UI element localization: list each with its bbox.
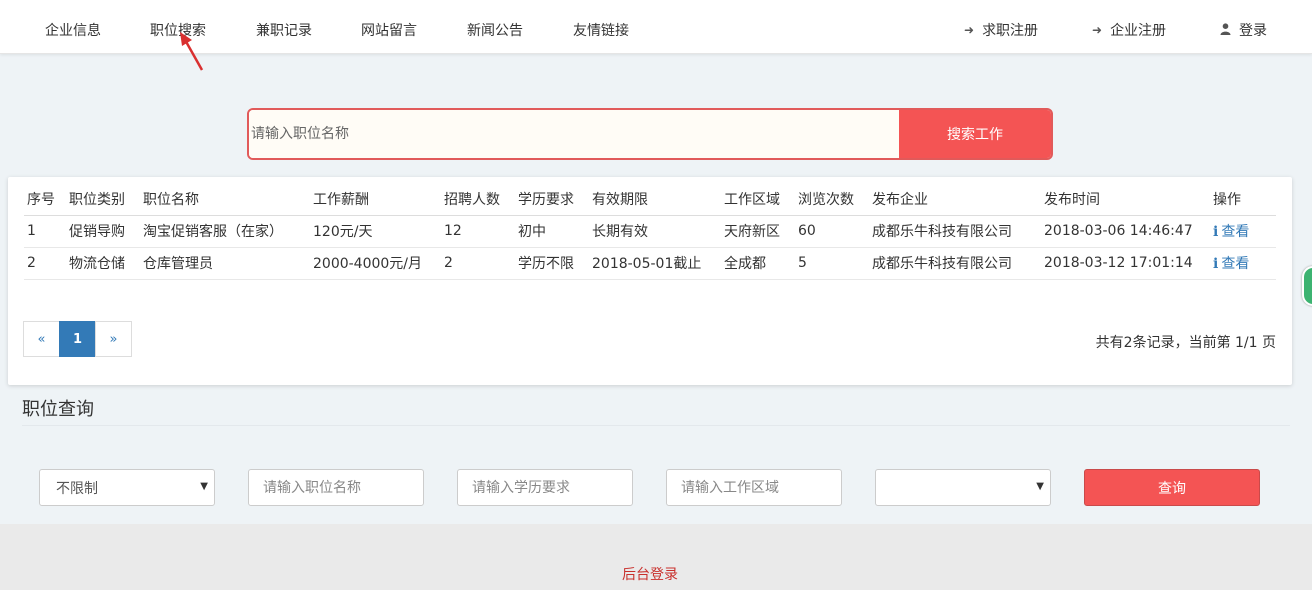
col-job-name: 职位名称 [140, 183, 310, 216]
nav-job-register-label: 求职注册 [982, 23, 1039, 39]
table-row: 2 物流仓储 仓库管理员 2000-4000元/月 2 学历不限 2018-05… [24, 247, 1276, 280]
nav-news[interactable]: 新闻公告 [467, 20, 523, 40]
col-category: 职位类别 [66, 183, 140, 216]
cell: 2018-03-12 17:01:14 [1041, 247, 1210, 280]
cell: 初中 [515, 215, 589, 248]
cell: 全成都 [721, 247, 795, 280]
nav-job-search[interactable]: 职位搜索 [150, 20, 206, 40]
view-link[interactable]: i 查看 [1210, 215, 1276, 248]
query-section-title: 职位查询 [22, 399, 94, 420]
user-icon [1220, 22, 1231, 38]
nav-company-register-label: 企业注册 [1110, 23, 1167, 39]
col-salary: 工作薪酬 [310, 183, 441, 216]
view-link[interactable]: i 查看 [1210, 247, 1276, 280]
view-link-label[interactable]: 查看 [1221, 224, 1249, 240]
cell: 促销导购 [66, 215, 140, 248]
col-company: 发布企业 [869, 183, 1041, 216]
job-results-table: 序号 职位类别 职位名称 工作薪酬 招聘人数 学历要求 有效期限 工作区域 浏览… [24, 183, 1276, 280]
nav-guestbook[interactable]: 网站留言 [361, 20, 417, 40]
nav-links[interactable]: 友情链接 [573, 20, 629, 40]
col-index: 序号 [24, 183, 66, 216]
results-panel: 序号 职位类别 职位名称 工作薪酬 招聘人数 学历要求 有效期限 工作区域 浏览… [8, 177, 1292, 385]
sign-in-icon: ➜ [1092, 23, 1103, 37]
cell: 2 [24, 247, 66, 280]
col-validity: 有效期限 [589, 183, 721, 216]
nav-parttime-records[interactable]: 兼职记录 [256, 20, 312, 40]
col-publish-time: 发布时间 [1041, 183, 1210, 216]
cell: 60 [795, 215, 869, 248]
job-category-select[interactable]: 不限制 ▼ [39, 469, 215, 506]
view-link-label[interactable]: 查看 [1221, 256, 1249, 272]
prev-page-button[interactable]: « [23, 321, 60, 357]
side-float-widget[interactable] [1302, 266, 1312, 306]
search-job-button[interactable]: 搜索工作 [899, 110, 1051, 158]
pagination: « 1 » [23, 321, 132, 357]
query-button[interactable]: 查询 [1084, 469, 1260, 506]
col-headcount: 招聘人数 [441, 183, 515, 216]
nav-company-register[interactable]: ➜ 企业注册 [1092, 20, 1166, 40]
admin-login-link[interactable]: 后台登录 [0, 564, 1300, 584]
cell: 成都乐牛科技有限公司 [869, 215, 1041, 248]
cell: 120元/天 [310, 215, 441, 248]
nav-job-register[interactable]: ➜ 求职注册 [964, 20, 1038, 40]
page-info: 共有2条记录，当前第 1/1 页 [1095, 335, 1276, 351]
top-navbar: 企业信息 职位搜索 兼职记录 网站留言 新闻公告 友情链接 ➜ 求职注册 ➜ 企… [0, 0, 1312, 54]
job-search-input[interactable] [249, 110, 899, 158]
col-area: 工作区域 [721, 183, 795, 216]
nav-login-label: 登录 [1239, 23, 1267, 39]
info-icon: i [1213, 256, 1219, 272]
divider [22, 425, 1290, 426]
cell: 成都乐牛科技有限公司 [869, 247, 1041, 280]
job-search-bar: 搜索工作 [247, 108, 1053, 160]
work-area-input[interactable] [666, 469, 842, 506]
job-category-value: 不限制 [56, 480, 98, 497]
cell: 物流仓储 [66, 247, 140, 280]
cell: 学历不限 [515, 247, 589, 280]
cell: 1 [24, 215, 66, 248]
cell: 天府新区 [721, 215, 795, 248]
cell: 长期有效 [589, 215, 721, 248]
page-1-button[interactable]: 1 [59, 321, 96, 357]
caret-down-icon: ▼ [1036, 481, 1044, 492]
cell: 2018-05-01截止 [589, 247, 721, 280]
footer: 后台登录 [0, 524, 1312, 590]
cell: 淘宝促销客服（在家） [140, 215, 310, 248]
info-icon: i [1213, 224, 1219, 240]
nav-company-info[interactable]: 企业信息 [45, 20, 101, 40]
job-name-input[interactable] [248, 469, 424, 506]
cell: 2018-03-06 14:46:47 [1041, 215, 1210, 248]
cell: 12 [441, 215, 515, 248]
cell: 2000-4000元/月 [310, 247, 441, 280]
col-action: 操作 [1210, 183, 1276, 216]
cell: 5 [795, 247, 869, 280]
next-page-button[interactable]: » [95, 321, 132, 357]
table-row: 1 促销导购 淘宝促销客服（在家） 120元/天 12 初中 长期有效 天府新区… [24, 215, 1276, 248]
col-views: 浏览次数 [795, 183, 869, 216]
education-input[interactable] [457, 469, 633, 506]
sign-in-icon: ➜ [964, 23, 975, 37]
cell: 仓库管理员 [140, 247, 310, 280]
caret-down-icon: ▼ [200, 481, 208, 492]
table-header-row: 序号 职位类别 职位名称 工作薪酬 招聘人数 学历要求 有效期限 工作区域 浏览… [24, 183, 1276, 216]
cell: 2 [441, 247, 515, 280]
nav-login[interactable]: 登录 [1220, 20, 1267, 40]
col-education: 学历要求 [515, 183, 589, 216]
extra-filter-select[interactable]: ▼ [875, 469, 1051, 506]
